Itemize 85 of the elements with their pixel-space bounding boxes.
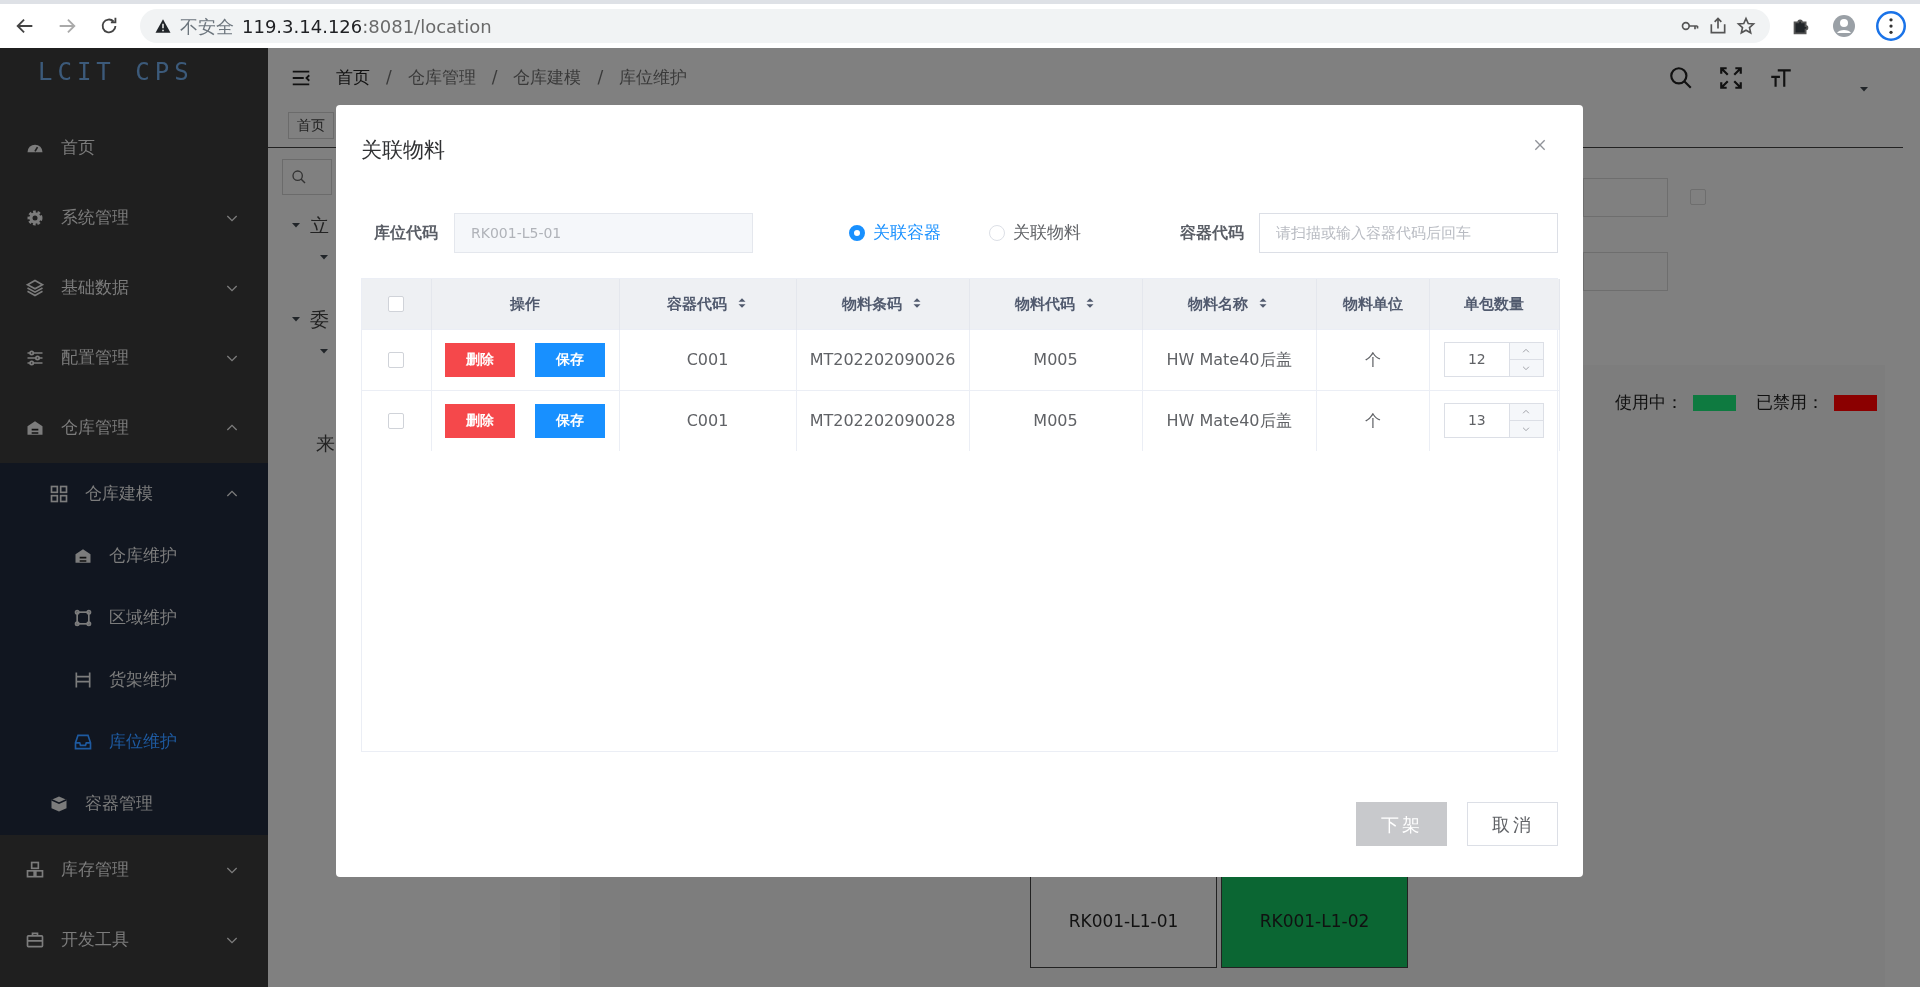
star-icon[interactable] bbox=[1736, 16, 1756, 36]
fullscreen-icon[interactable] bbox=[1718, 65, 1744, 91]
search-field[interactable] bbox=[282, 159, 332, 195]
input-field[interactable] bbox=[1583, 252, 1668, 291]
location-cell[interactable]: RK001-L1-02 bbox=[1221, 876, 1408, 968]
select-all-checkbox[interactable] bbox=[388, 296, 405, 312]
table-cell: C001 bbox=[686, 349, 729, 369]
close-icon[interactable] bbox=[1532, 137, 1548, 153]
field-label: 容器代码 bbox=[1180, 222, 1244, 244]
breadcrumb-link[interactable]: 库位维护 bbox=[619, 65, 688, 91]
legend-label: 使用中： bbox=[1615, 391, 1683, 414]
delete-button[interactable]: 删除 bbox=[445, 403, 515, 438]
column-header[interactable]: 物料代码 bbox=[1014, 294, 1075, 313]
column-header: 操作 bbox=[510, 294, 540, 313]
cubes-icon bbox=[25, 860, 45, 880]
save-button[interactable]: 保存 bbox=[535, 342, 605, 377]
frame-icon bbox=[73, 608, 93, 628]
table-cell: C001 bbox=[686, 410, 729, 430]
box-icon bbox=[49, 794, 69, 814]
tree-item[interactable]: 立 bbox=[310, 210, 329, 240]
briefcase-icon bbox=[25, 930, 45, 950]
sliders-icon bbox=[25, 348, 45, 368]
cancel-button[interactable]: 取消 bbox=[1467, 802, 1558, 846]
tray-icon bbox=[73, 732, 93, 752]
input-field[interactable] bbox=[1583, 178, 1668, 217]
breadcrumb-separator: / bbox=[491, 66, 498, 90]
grid-icon bbox=[49, 484, 69, 504]
menu-item[interactable]: 货架维护 bbox=[0, 649, 268, 711]
breadcrumb-separator: / bbox=[386, 66, 392, 90]
row-checkbox[interactable] bbox=[388, 413, 405, 430]
legend-label: 已禁用： bbox=[1756, 391, 1824, 414]
tree-item[interactable]: 委 bbox=[310, 304, 329, 334]
table-cell: 个 bbox=[1364, 410, 1381, 430]
table-cell: M005 bbox=[1033, 349, 1078, 369]
menu-item[interactable]: 基础数据 bbox=[0, 253, 268, 323]
menu-item[interactable]: 区域维护 bbox=[0, 587, 268, 649]
table-cell: 个 bbox=[1364, 349, 1381, 369]
search-icon[interactable] bbox=[1668, 65, 1694, 91]
column-header[interactable]: 容器代码 bbox=[666, 294, 727, 313]
breadcrumb-link[interactable]: 首页 bbox=[336, 65, 370, 91]
breadcrumb-separator: / bbox=[597, 66, 604, 90]
menu-item[interactable]: 容器管理 bbox=[0, 773, 268, 835]
column-header: 单包数量 bbox=[1464, 294, 1524, 313]
menu-item[interactable]: 系统管理 bbox=[0, 183, 268, 253]
security-label: 不安全 bbox=[180, 14, 234, 39]
menu-item[interactable]: 库位维护 bbox=[0, 711, 268, 773]
url-text: 119.3.14.126:8081/location bbox=[242, 14, 492, 39]
profile-icon[interactable] bbox=[1832, 14, 1856, 38]
menu-item[interactable]: 仓库管理 bbox=[0, 393, 268, 463]
search-icon bbox=[291, 169, 307, 185]
table-cell: HW Mate40后盖 bbox=[1166, 349, 1292, 369]
address-bar[interactable]: 不安全 119.3.14.126:8081/location bbox=[140, 9, 1770, 43]
menu-item[interactable]: 库存管理 bbox=[0, 835, 268, 905]
table-cell: MT202202090026 bbox=[809, 349, 956, 369]
column-header[interactable]: 物料条码 bbox=[841, 294, 902, 313]
logo: LCIT CPS bbox=[37, 57, 195, 88]
shelf-icon bbox=[73, 670, 93, 690]
tag[interactable]: 首页 bbox=[288, 112, 334, 139]
save-button[interactable]: 保存 bbox=[535, 403, 605, 438]
radio-option[interactable]: 关联容器 bbox=[849, 220, 941, 246]
share-icon[interactable] bbox=[1708, 16, 1728, 36]
radio-option[interactable]: 关联物料 bbox=[989, 220, 1081, 246]
dialog-title: 关联物料 bbox=[361, 137, 445, 164]
delete-button[interactable]: 删除 bbox=[445, 342, 515, 377]
column-header[interactable]: 物料名称 bbox=[1188, 294, 1248, 313]
breadcrumb-link[interactable]: 仓库管理 bbox=[407, 65, 476, 91]
menu-item[interactable]: 仓库建模 bbox=[0, 463, 268, 525]
menu-item[interactable]: 配置管理 bbox=[0, 323, 268, 393]
tree-item[interactable]: 来 bbox=[316, 428, 335, 458]
container-code-field[interactable]: 请扫描或输入容器代码后回车 bbox=[1259, 213, 1558, 253]
menu-item[interactable]: 首页 bbox=[0, 113, 268, 183]
layers-icon bbox=[25, 278, 45, 298]
field-label: 库位代码 bbox=[374, 222, 438, 244]
gear-icon bbox=[25, 208, 45, 228]
column-header: 物料单位 bbox=[1342, 294, 1403, 313]
location-cell[interactable]: RK001-L1-01 bbox=[1030, 876, 1217, 968]
warning-icon bbox=[154, 17, 172, 35]
row-checkbox[interactable] bbox=[388, 352, 405, 368]
breadcrumb-link[interactable]: 仓库建模 bbox=[513, 65, 582, 91]
table-cell: M005 bbox=[1033, 410, 1078, 430]
menu-icon[interactable] bbox=[1876, 11, 1906, 41]
menu-item[interactable]: 开发工具 bbox=[0, 905, 268, 975]
menu-item[interactable]: 仓库维护 bbox=[0, 525, 268, 587]
table-cell: MT202202090028 bbox=[809, 410, 956, 430]
table-cell: HW Mate40后盖 bbox=[1166, 410, 1292, 430]
